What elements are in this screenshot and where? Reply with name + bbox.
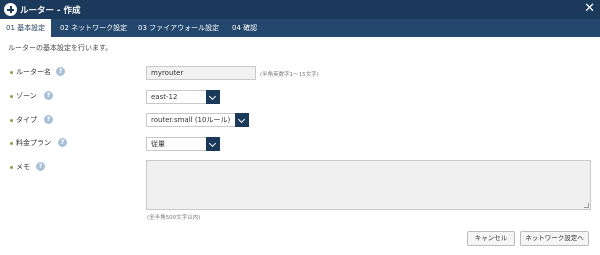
cancel-button[interactable]: キャンセル — [467, 231, 515, 246]
required-dot-icon — [10, 94, 13, 98]
chevron-down-icon[interactable] — [206, 137, 220, 151]
plan-label: 料金プラン — [10, 138, 51, 148]
chevron-down-icon[interactable] — [235, 113, 249, 127]
router-name-hint: (半角英数字1～15文字) — [260, 72, 319, 78]
window-title: ルーター - 作成 — [20, 6, 81, 16]
tab-confirm[interactable]: 04 確認 — [226, 19, 263, 37]
resize-grip-icon[interactable] — [584, 203, 589, 208]
router-name-label: ルーター名 — [10, 67, 51, 77]
required-dot-icon — [10, 165, 13, 169]
chevron-down-icon[interactable] — [206, 90, 220, 104]
required-dot-icon — [10, 141, 13, 145]
window-titlebar: ルーター - 作成 ✕ — [0, 0, 600, 19]
plan-select-value: 従量 — [151, 140, 165, 148]
close-icon[interactable]: ✕ — [584, 1, 595, 17]
plus-circle-icon — [4, 3, 17, 16]
zone-label: ゾーン — [10, 91, 37, 101]
next-network-settings-button[interactable]: ネットワーク設定へ — [520, 231, 589, 246]
type-select[interactable]: router.small (10ルール) — [146, 113, 249, 127]
plan-select[interactable]: 従量 — [146, 137, 220, 151]
memo-textarea[interactable] — [146, 160, 591, 210]
memo-hint: (全半角500文字以内) — [147, 215, 201, 221]
help-icon[interactable]: ? — [56, 67, 65, 76]
tab-basic-settings[interactable]: 01 基本設定 — [0, 19, 52, 37]
type-label: タイプ — [10, 115, 37, 125]
help-icon[interactable]: ? — [58, 138, 67, 147]
zone-select[interactable]: east-12 — [146, 90, 220, 104]
router-name-input[interactable]: myrouter — [146, 66, 256, 80]
zone-select-value: east-12 — [151, 93, 178, 101]
intro-text: ルーターの基本設定を行います。 — [8, 44, 113, 52]
step-tabs: 01 基本設定 02 ネットワーク設定 03 ファイアウォール設定 04 確認 — [0, 19, 600, 37]
help-icon[interactable]: ? — [44, 115, 53, 124]
required-dot-icon — [10, 70, 13, 74]
help-icon[interactable]: ? — [44, 91, 53, 100]
required-dot-icon — [10, 118, 13, 122]
type-select-value: router.small (10ルール) — [151, 116, 231, 124]
tab-network-settings[interactable]: 02 ネットワーク設定 — [54, 19, 133, 37]
help-icon[interactable]: ? — [36, 162, 45, 171]
memo-label: メモ — [10, 162, 30, 172]
tab-firewall-settings[interactable]: 03 ファイアウォール設定 — [132, 19, 225, 37]
